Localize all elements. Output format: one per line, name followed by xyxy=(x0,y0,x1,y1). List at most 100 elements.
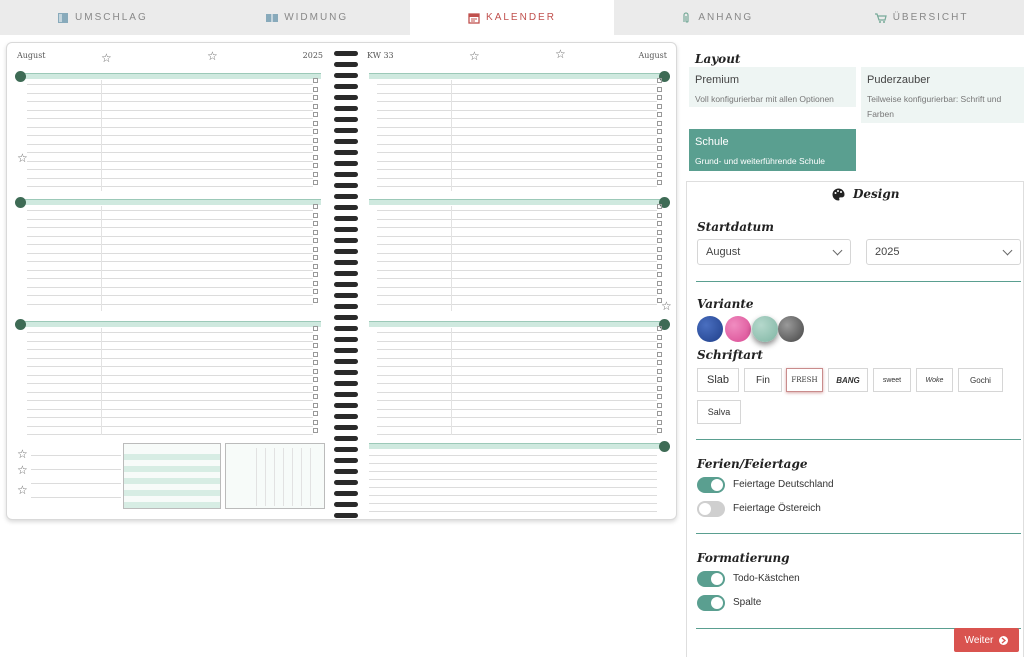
checklist-row xyxy=(124,466,220,472)
planner-left-header: August 2025 xyxy=(15,49,325,63)
todo-toggle[interactable] xyxy=(697,571,725,587)
font-option-sweet[interactable]: sweet xyxy=(873,368,911,392)
font-option-slab[interactable]: Slab xyxy=(697,368,739,392)
planner-line xyxy=(27,109,313,111)
day-badge xyxy=(659,441,670,452)
planner-right-page: KW 33 August ☆ ☆ ☆ xyxy=(361,43,673,519)
planner-right-header: KW 33 August xyxy=(365,49,669,63)
planner-line xyxy=(377,152,657,153)
design-title: Design xyxy=(853,187,900,201)
tab-anhang[interactable]: ANHANG xyxy=(614,0,819,35)
star-icon: ☆ xyxy=(17,483,28,497)
font-option-woke[interactable]: Woke xyxy=(916,368,953,392)
todo-checkbox xyxy=(657,212,662,218)
column-divider xyxy=(101,206,102,311)
spiral-ring xyxy=(334,458,358,463)
startdatum-title: Startdatum xyxy=(697,220,774,234)
planner-line xyxy=(27,84,313,85)
star-icon: ☆ xyxy=(207,49,218,63)
planner-line xyxy=(27,303,313,305)
spalte-toggle[interactable] xyxy=(697,595,725,611)
tab-anhang-label: ANHANG xyxy=(698,12,754,23)
todo-checkbox xyxy=(657,360,662,365)
planner-line xyxy=(377,84,657,85)
planner-line xyxy=(377,109,657,111)
weiter-button[interactable]: Weiter xyxy=(954,628,1019,652)
layout-option-premium[interactable]: Premium Voll konfigurierbar mit allen Op… xyxy=(689,67,856,107)
year-select[interactable]: 2025 xyxy=(866,239,1021,265)
day-header-bar xyxy=(19,321,321,327)
todo-checkbox xyxy=(313,411,318,416)
toggle-knob xyxy=(711,597,723,609)
cart-icon xyxy=(874,12,887,23)
chevron-down-icon xyxy=(832,245,843,256)
variant-swatch-gray[interactable] xyxy=(778,316,804,342)
planner-line xyxy=(377,101,657,102)
spalte-label: Spalte xyxy=(733,597,762,608)
spiral-ring xyxy=(334,183,358,188)
variant-swatch-blue[interactable] xyxy=(697,316,723,342)
spiral-ring xyxy=(334,51,358,56)
font-option-fresh[interactable]: FRESH xyxy=(786,368,823,392)
planner-line xyxy=(377,417,657,418)
layout-option-puderzauber-desc: Teilweise konfigurierbar: Schrift und Fa… xyxy=(867,94,1002,119)
tab-kalender[interactable]: KALENDER xyxy=(409,0,615,35)
font-option-salva[interactable]: Salva xyxy=(697,400,741,424)
spiral-ring xyxy=(334,161,358,166)
planner-line xyxy=(377,383,657,384)
month-select[interactable]: August xyxy=(697,239,851,265)
todo-checkbox xyxy=(657,280,662,286)
spiral-ring xyxy=(334,238,358,243)
todo-checkbox xyxy=(657,255,662,260)
layout-option-puderzauber[interactable]: Puderzauber Teilweise konfigurierbar: Sc… xyxy=(861,67,1024,123)
feiertage-de-toggle[interactable] xyxy=(697,477,725,493)
tab-uebersicht-label: ÜBERSICHT xyxy=(892,12,969,23)
planner-line xyxy=(377,303,657,305)
todo-checkbox xyxy=(313,297,318,303)
planner-line xyxy=(31,469,121,470)
font-option-label: Woke xyxy=(925,376,944,384)
todo-checkbox xyxy=(657,402,662,408)
todo-checkbox xyxy=(657,221,662,226)
todo-checkbox xyxy=(313,326,318,331)
font-option-gochi[interactable]: Gochi xyxy=(958,368,1003,392)
spiral-ring xyxy=(334,469,358,474)
planner-line xyxy=(377,366,657,367)
layout-option-schule-name: Schule xyxy=(695,136,729,148)
planner-line xyxy=(27,135,313,136)
font-option-bang[interactable]: BANG xyxy=(828,368,868,392)
planner-line xyxy=(377,160,657,162)
todo-checkbox xyxy=(657,428,662,433)
spiral-ring xyxy=(334,348,358,353)
day-badge xyxy=(15,319,26,330)
todo-checkbox xyxy=(657,146,662,151)
spiral-ring xyxy=(334,425,358,430)
todo-checkbox xyxy=(313,402,318,408)
font-option-fin[interactable]: Fin xyxy=(744,368,782,392)
tab-uebersicht[interactable]: ÜBERSICHT xyxy=(819,0,1024,35)
planner-line xyxy=(27,391,313,393)
planner-line xyxy=(377,269,657,271)
column-divider xyxy=(101,328,102,435)
feiertage-at-label: Feiertage Östereich xyxy=(733,503,821,514)
planner-line xyxy=(31,497,121,498)
planner-line xyxy=(377,374,657,376)
variant-swatch-pink[interactable] xyxy=(725,316,751,342)
todo-checkbox xyxy=(657,129,662,134)
planner-line xyxy=(377,169,657,170)
todo-checkbox xyxy=(657,246,662,252)
planner-line xyxy=(27,261,313,262)
font-option-label: Gochi xyxy=(970,375,991,385)
planner-line xyxy=(27,286,313,288)
layout-option-schule[interactable]: Schule Grund- und weiterführende Schule xyxy=(689,129,856,171)
divider xyxy=(696,533,1021,534)
tab-widmung[interactable]: WIDMUNG xyxy=(205,0,410,35)
feiertage-at-toggle[interactable] xyxy=(697,501,725,517)
planner-line xyxy=(27,383,313,384)
tab-umschlag[interactable]: UMSCHLAG xyxy=(0,0,205,35)
arrow-circle-right-icon xyxy=(999,635,1009,645)
variant-swatch-green[interactable] xyxy=(752,316,778,342)
todo-checkbox xyxy=(313,137,318,143)
spiral-ring xyxy=(334,150,358,155)
day-header-bar xyxy=(369,73,665,79)
